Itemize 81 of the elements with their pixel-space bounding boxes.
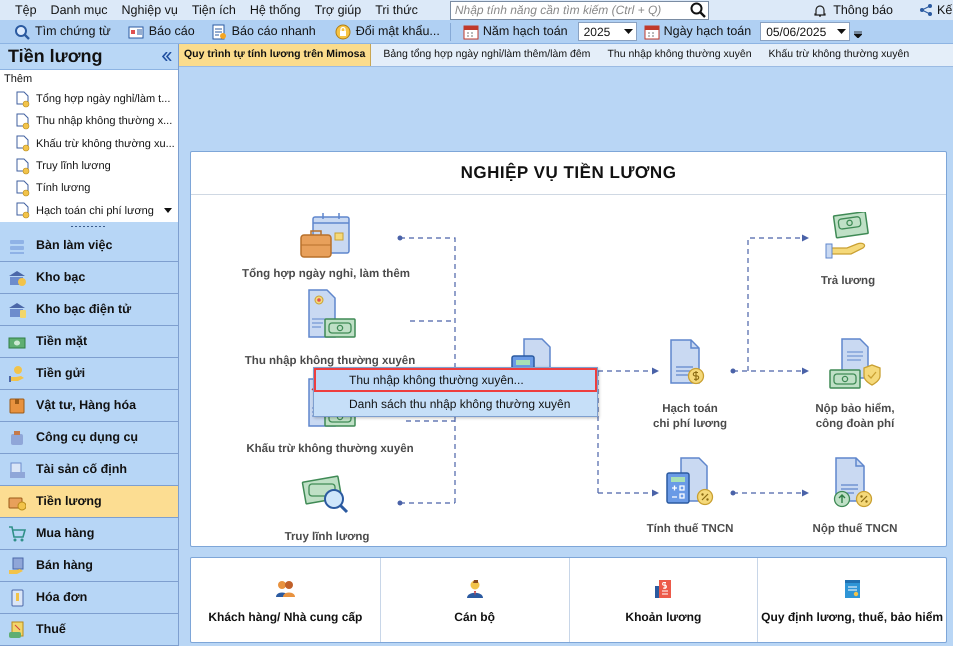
menu-item[interactable]: Thu nhập không thường xuyên... bbox=[314, 368, 597, 392]
menu-item[interactable]: Tệp bbox=[8, 0, 44, 20]
search-icon bbox=[14, 24, 30, 40]
tab[interactable]: Khấu trừ không thường xuyên bbox=[764, 44, 914, 66]
document-icon bbox=[16, 202, 30, 220]
toolbar-button[interactable]: Đổi mật khẩu... bbox=[334, 20, 440, 42]
document-icon bbox=[16, 158, 30, 175]
menu-item[interactable]: Hệ thống bbox=[242, 0, 308, 20]
bell-icon bbox=[814, 4, 826, 16]
scroll-down-icon[interactable] bbox=[164, 208, 172, 213]
toolbar-button[interactable]: Báo cáo bbox=[128, 20, 195, 42]
shortcut-tile[interactable]: Quy định lương, thuế, bảo hiểm bbox=[757, 558, 946, 642]
node-label: Hạch toán chi phí lương bbox=[652, 402, 728, 432]
field-label: Năm hạch toán bbox=[482, 23, 568, 40]
task-link[interactable]: Khấu trừ không thường xu... bbox=[36, 136, 175, 152]
module-icon bbox=[8, 396, 26, 414]
menu-item[interactable]: Trợ giúp bbox=[308, 0, 368, 20]
caret-icon bbox=[624, 28, 633, 34]
book-icon bbox=[842, 578, 862, 598]
nav-item[interactable]: Tiền lương bbox=[0, 486, 178, 518]
node-label: Trả lương bbox=[820, 274, 876, 289]
node-label: Nộp bảo hiểm, công đoàn phí bbox=[814, 402, 896, 432]
search-icon bbox=[690, 2, 706, 18]
splitter-grip-icon[interactable] bbox=[71, 224, 107, 228]
module-icon bbox=[8, 620, 26, 638]
shortcut-tile[interactable]: Khách hàng/ Nhà cung cấp bbox=[191, 558, 380, 642]
module-icon bbox=[8, 364, 26, 382]
menu-item[interactable]: Tiện ích bbox=[184, 0, 243, 20]
toolbar-button[interactable]: Báo cáo nhanh bbox=[210, 20, 316, 42]
tab[interactable]: Thu nhập không thường xuyên bbox=[602, 44, 757, 66]
node-label: Truy lĩnh lương bbox=[284, 530, 370, 545]
calendar-icon bbox=[462, 24, 479, 40]
task-link[interactable]: Tổng hợp ngày nghỉ/làm t... bbox=[36, 90, 170, 108]
people-icon bbox=[275, 578, 296, 598]
module-icon bbox=[8, 428, 26, 446]
calendar-icon bbox=[644, 24, 660, 40]
toolbar-button[interactable]: Tìm chứng từ bbox=[14, 20, 111, 42]
task-link[interactable]: Thu nhập không thường x... bbox=[36, 113, 172, 130]
document-icon bbox=[16, 90, 30, 108]
shortcut-tile[interactable]: Khoản lương bbox=[568, 558, 758, 642]
module-icon bbox=[8, 268, 26, 286]
module-icon bbox=[8, 524, 26, 542]
document-dollar-icon bbox=[653, 578, 674, 598]
dropdown[interactable]: 05/06/2025 bbox=[760, 22, 850, 41]
task-link[interactable]: Hạch toán chi phí lương bbox=[36, 202, 154, 220]
caret-icon bbox=[837, 28, 846, 34]
document-icon bbox=[16, 180, 30, 197]
sidebar-title: Tiền lương bbox=[8, 45, 102, 68]
menu-item[interactable]: Kế bbox=[937, 0, 952, 20]
menu-item[interactable]: Nghiệp vụ bbox=[114, 0, 185, 20]
task-link[interactable]: Truy lĩnh lương bbox=[36, 158, 111, 174]
add-label: Thêm bbox=[3, 72, 34, 87]
node-label: Khấu trừ không thường xuyên bbox=[245, 442, 415, 457]
money-shield-document-icon[interactable] bbox=[828, 338, 882, 390]
module-icon bbox=[8, 300, 26, 318]
menu-item[interactable]: Danh sách thu nhập không thường xuyên bbox=[314, 392, 597, 416]
report-icon bbox=[210, 24, 227, 40]
tab[interactable]: Quy trình tự tính lương trên Mimosa bbox=[179, 44, 372, 66]
task-link[interactable]: Tính lương bbox=[36, 180, 90, 197]
menu-item[interactable]: Tri thức bbox=[368, 0, 425, 20]
person-icon bbox=[464, 578, 485, 598]
notification-link[interactable]: Thông báo bbox=[833, 0, 893, 20]
node-label: Tổng hợp ngày nghỉ, làm thêm bbox=[241, 267, 411, 282]
node-label: Thu nhập không thường xuyên bbox=[244, 354, 416, 369]
node-label: Tính thuế TNCN bbox=[646, 522, 734, 537]
module-icon bbox=[8, 556, 26, 574]
menu-item[interactable]: Danh mục bbox=[44, 0, 115, 20]
document-icon bbox=[16, 112, 30, 130]
tab[interactable]: Bảng tổng hợp ngày nghỉ/làm thêm/làm đêm bbox=[378, 44, 596, 66]
diagram-title: NGHIỆP VỤ TIỀN LƯƠNG bbox=[460, 162, 676, 184]
lock-icon bbox=[334, 24, 351, 40]
share-nodes-icon bbox=[919, 3, 933, 17]
dropdown[interactable]: 2025 bbox=[578, 22, 637, 41]
collapse-icon[interactable] bbox=[162, 52, 172, 61]
node-label: Nộp thuế TNCN bbox=[812, 522, 898, 537]
report-icon bbox=[128, 24, 144, 40]
search-field[interactable]: Nhập tính năng cần tìm kiếm (Ctrl + Q) bbox=[450, 0, 709, 20]
shortcut-tile[interactable]: Cán bộ bbox=[380, 558, 568, 642]
field-label: Ngày hạch toán bbox=[664, 23, 752, 40]
module-icon bbox=[8, 460, 26, 478]
document-icon bbox=[16, 135, 30, 152]
